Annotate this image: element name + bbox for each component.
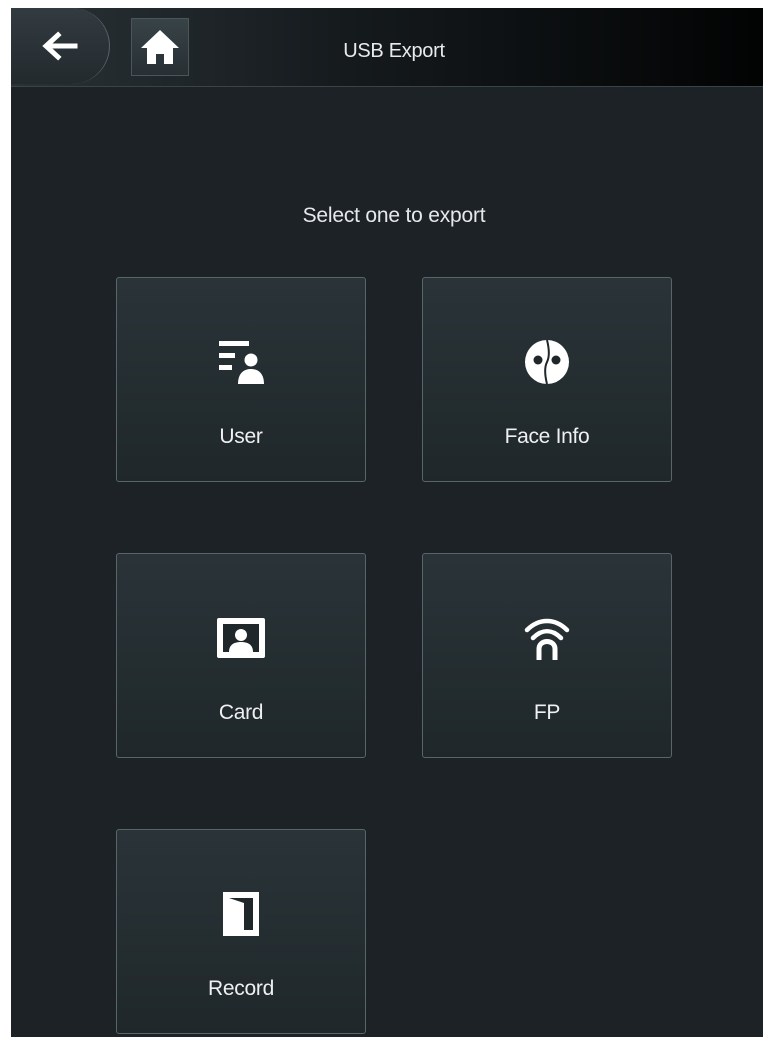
face-info-export-button[interactable]: Face Info — [422, 277, 672, 482]
option-label: User — [219, 425, 263, 448]
export-prompt: Select one to export — [302, 204, 486, 227]
fingerprint-icon — [524, 618, 570, 660]
option-label: Card — [218, 701, 264, 724]
card-icon — [217, 618, 265, 658]
user-export-button[interactable]: User — [116, 277, 366, 482]
fp-export-button[interactable]: FP — [422, 553, 672, 758]
top-bar: USB Export — [11, 8, 763, 87]
face-icon — [525, 339, 569, 385]
record-export-button[interactable]: Record — [116, 829, 366, 1034]
option-label: FP — [533, 701, 561, 724]
door-record-icon — [223, 892, 259, 936]
card-export-button[interactable]: Card — [116, 553, 366, 758]
option-label: Face Info — [504, 425, 590, 448]
user-list-icon — [219, 341, 264, 384]
option-label: Record — [208, 977, 274, 1000]
page-title: USB Export — [343, 40, 445, 62]
usb-export-screen: USB Export Select one to export User Fac — [11, 8, 763, 1037]
